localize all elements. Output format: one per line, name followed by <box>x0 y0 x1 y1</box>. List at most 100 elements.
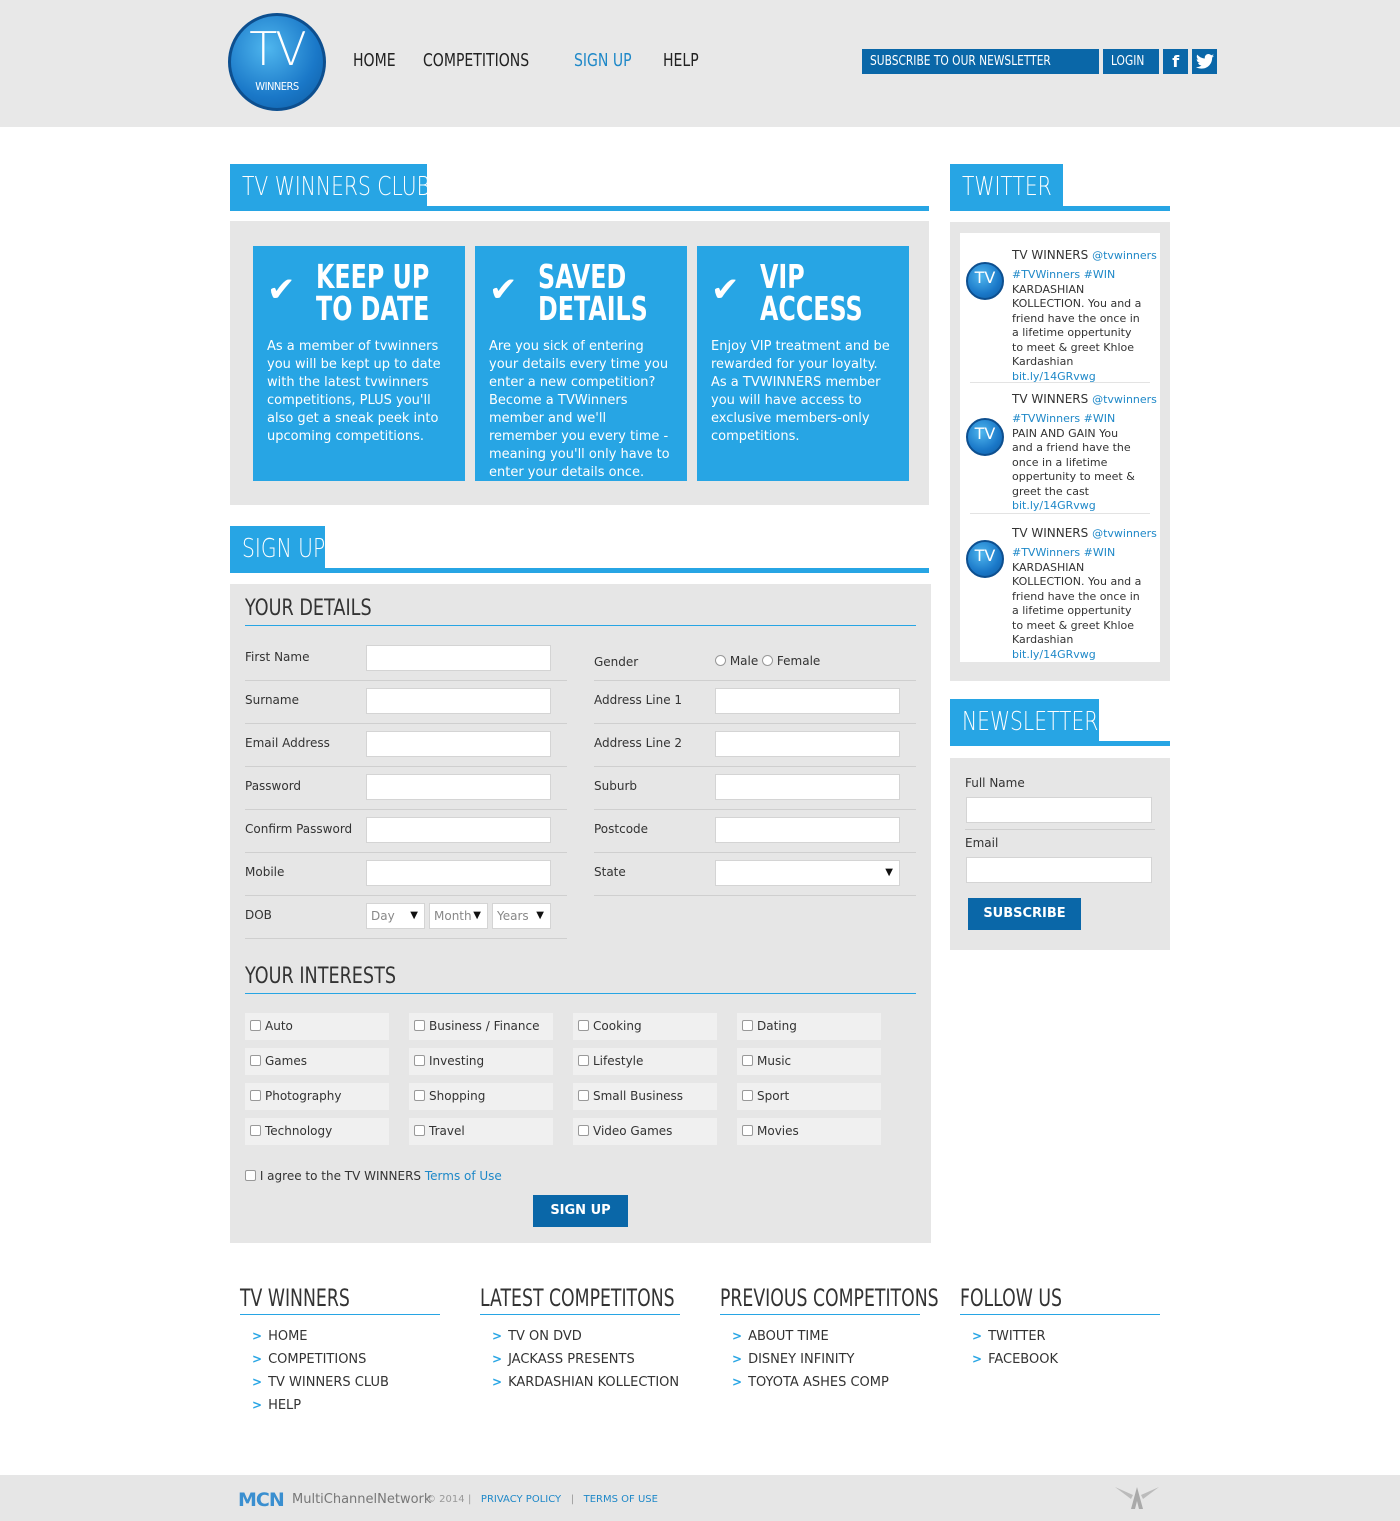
male-radio[interactable] <box>715 655 726 666</box>
footer-link-competitions[interactable]: > COMPETITIONS <box>252 1348 440 1371</box>
interest-option[interactable]: Business / Finance <box>409 1013 553 1040</box>
nav-competitions[interactable]: COMPETITIONS <box>423 50 529 71</box>
interest-checkbox[interactable] <box>578 1125 589 1136</box>
interest-checkbox[interactable] <box>742 1055 753 1066</box>
confirm-password-input[interactable] <box>366 817 551 843</box>
footer-link-tv-on-dvd[interactable]: > TV ON DVD <box>492 1325 680 1348</box>
footer-link-disney-infinity[interactable]: > DISNEY INFINITY <box>732 1348 920 1371</box>
address1-input[interactable] <box>715 688 900 714</box>
footer-link-twitter[interactable]: > TWITTER <box>972 1325 1160 1348</box>
mcn-logo[interactable]: MCN <box>238 1489 285 1511</box>
interest-checkbox[interactable] <box>414 1055 425 1066</box>
tweet-tags[interactable]: #TVWinners #WIN <box>1012 412 1115 425</box>
interest-checkbox[interactable] <box>250 1125 261 1136</box>
dob-day-select[interactable]: Day ▼ <box>366 903 425 929</box>
first-name-input[interactable] <box>366 645 551 671</box>
footer-link-about-time[interactable]: > ABOUT TIME <box>732 1325 920 1348</box>
agree-checkbox[interactable] <box>245 1170 256 1181</box>
footer-col-latest: LATEST COMPETITONS > TV ON DVD > JACKASS P… <box>480 1284 680 1394</box>
nav-sign-up[interactable]: SIGN UP <box>574 50 632 71</box>
interest-option[interactable]: Games <box>245 1048 389 1075</box>
interest-option[interactable]: Investing <box>409 1048 553 1075</box>
state-select[interactable]: ▼ <box>715 860 900 886</box>
newsletter-email-input[interactable] <box>966 857 1152 883</box>
footer-link-club[interactable]: > TV WINNERS CLUB <box>252 1371 440 1394</box>
interest-checkbox[interactable] <box>578 1055 589 1066</box>
postcode-input[interactable] <box>715 817 900 843</box>
subscribe-newsletter-button[interactable]: SUBSCRIBE TO OUR NEWSLETTER <box>862 49 1099 74</box>
tweet-handle[interactable]: @tvwinners <box>1092 393 1157 406</box>
interest-option[interactable]: Auto <box>245 1013 389 1040</box>
tweet-tags[interactable]: #TVWinners #WIN <box>1012 268 1115 281</box>
suburb-input[interactable] <box>715 774 900 800</box>
facebook-icon[interactable]: f <box>1163 49 1189 74</box>
interest-option[interactable]: Technology <box>245 1118 389 1145</box>
terms-of-use-footer-link[interactable]: TERMS OF USE <box>584 1494 658 1505</box>
interest-option[interactable]: Small Business <box>573 1083 717 1110</box>
tweet-link[interactable]: bit.ly/14GRvwg <box>1012 648 1096 661</box>
privacy-policy-link[interactable]: PRIVACY POLICY <box>481 1494 561 1505</box>
interest-checkbox[interactable] <box>578 1090 589 1101</box>
footer-link-help[interactable]: > HELP <box>252 1394 440 1417</box>
dob-month-select[interactable]: Month ▼ <box>429 903 488 929</box>
female-radio[interactable] <box>762 655 774 666</box>
interest-checkbox[interactable] <box>414 1125 425 1136</box>
interest-checkbox[interactable] <box>250 1020 261 1031</box>
interest-label: Movies <box>757 1124 799 1138</box>
interest-checkbox[interactable] <box>250 1055 261 1066</box>
twitter-section-title: TWITTER <box>950 164 1170 211</box>
interest-option[interactable]: Music <box>737 1048 881 1075</box>
tweet-handle[interactable]: @tvwinners <box>1092 527 1157 540</box>
nav-help[interactable]: HELP <box>663 50 699 71</box>
login-button[interactable]: LOGIN <box>1102 49 1160 74</box>
interest-checkbox[interactable] <box>414 1090 425 1101</box>
tweet-link[interactable]: bit.ly/14GRvwg <box>1012 370 1096 383</box>
interest-checkbox[interactable] <box>742 1125 753 1136</box>
tweet-header: TV WINNERS @tvwinners <box>1012 526 1157 540</box>
interest-option[interactable]: Cooking <box>573 1013 717 1040</box>
interest-option[interactable]: Video Games <box>573 1118 717 1145</box>
signup-section-title: SIGN UP <box>230 526 929 573</box>
newsletter-divider <box>965 829 1155 830</box>
tweet-avatar: TV <box>966 262 1004 300</box>
dob-years-select[interactable]: Years ▼ <box>492 903 551 929</box>
footer-link-facebook[interactable]: > FACEBOOK <box>972 1348 1160 1371</box>
interest-option[interactable]: Photography <box>245 1083 389 1110</box>
tweet-handle[interactable]: @tvwinners <box>1092 249 1157 262</box>
interest-option[interactable]: Travel <box>409 1118 553 1145</box>
footer-link-home[interactable]: > HOME <box>252 1325 440 1348</box>
footer-link-jackass[interactable]: > JACKASS PRESENTS <box>492 1348 680 1371</box>
chevron-right-icon: > <box>972 1329 983 1343</box>
nav-home[interactable]: HOME <box>353 50 396 71</box>
interest-option[interactable]: Sport <box>737 1083 881 1110</box>
chevron-right-icon: > <box>972 1352 983 1366</box>
tweet-link[interactable]: bit.ly/14GRvwg <box>1012 499 1096 512</box>
twitter-icon[interactable]: t <box>1192 49 1218 74</box>
interest-checkbox[interactable] <box>742 1020 753 1031</box>
subscribe-button[interactable]: SUBSCRIBE <box>968 898 1081 930</box>
tv-winners-logo[interactable]: TV WINNERS <box>228 13 326 111</box>
interest-option[interactable]: Movies <box>737 1118 881 1145</box>
footer-link-text: HELP <box>268 1398 302 1413</box>
mobile-input[interactable] <box>366 860 551 886</box>
interest-checkbox[interactable] <box>742 1090 753 1101</box>
footer-link-kardashian[interactable]: > KARDASHIAN KOLLECTION <box>492 1371 680 1394</box>
terms-of-use-link[interactable]: Terms of Use <box>425 1169 502 1183</box>
interest-option[interactable]: Shopping <box>409 1083 553 1110</box>
interest-checkbox[interactable] <box>578 1020 589 1031</box>
interest-option[interactable]: Lifestyle <box>573 1048 717 1075</box>
newsletter-full-name-input[interactable] <box>966 797 1152 823</box>
address2-input[interactable] <box>715 731 900 757</box>
interest-checkbox[interactable] <box>250 1090 261 1101</box>
interest-checkbox[interactable] <box>414 1020 425 1031</box>
password-input[interactable] <box>366 774 551 800</box>
surname-row: Surname <box>245 681 567 724</box>
feature-keep-up-to-date: ✔ KEEP UP TO DATE As a member of tvwinne… <box>253 246 465 481</box>
tweet-tags[interactable]: #TVWinners #WIN <box>1012 546 1115 559</box>
sign-up-button[interactable]: SIGN UP <box>533 1195 628 1227</box>
state-label: State <box>594 865 626 879</box>
interest-option[interactable]: Dating <box>737 1013 881 1040</box>
surname-input[interactable] <box>366 688 551 714</box>
footer-link-toyota-ashes[interactable]: > TOYOTA ASHES COMP <box>732 1371 920 1394</box>
email-input[interactable] <box>366 731 551 757</box>
